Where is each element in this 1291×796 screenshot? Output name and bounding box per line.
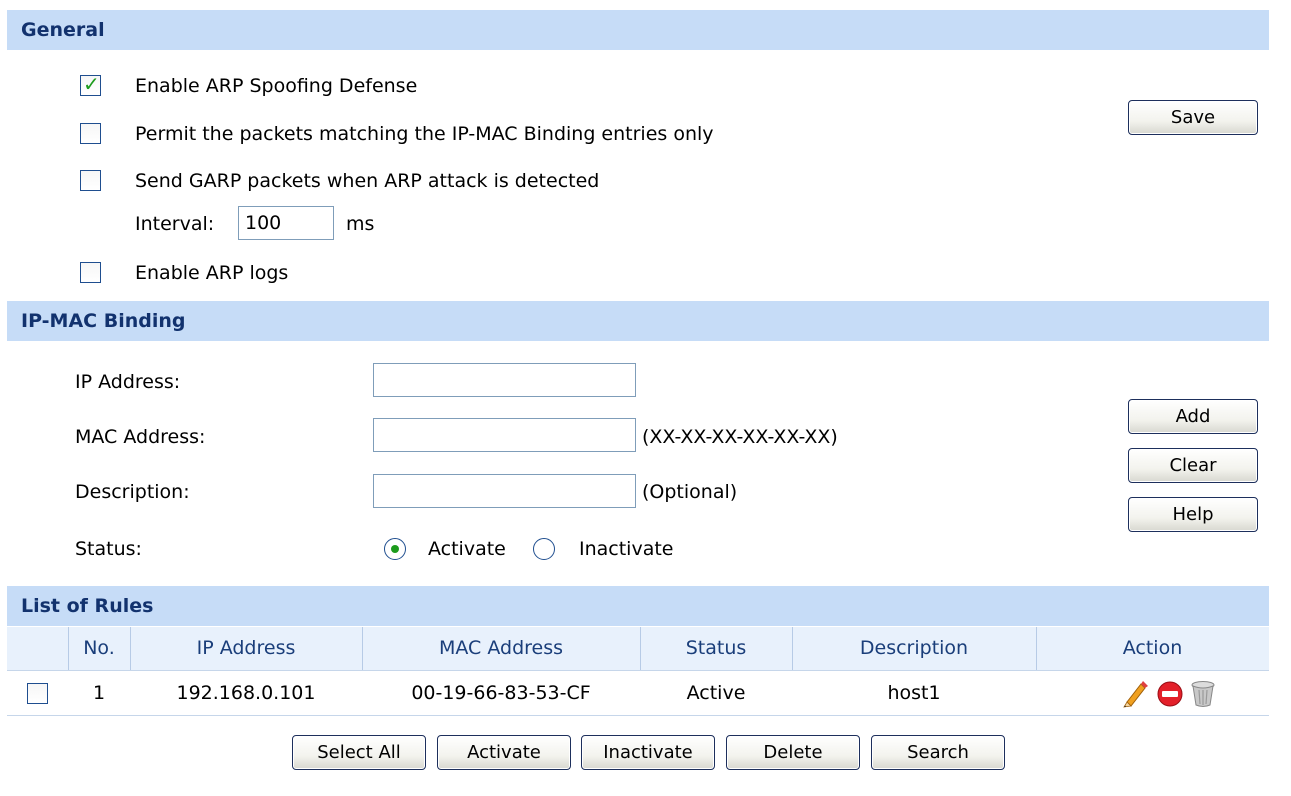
- column-header-ip-address: IP Address: [196, 637, 296, 659]
- general-section-header: General: [7, 10, 1269, 50]
- description-label: Description:: [75, 481, 190, 503]
- interval-unit: ms: [346, 213, 375, 235]
- interval-label: Interval:: [135, 213, 215, 235]
- help-button[interactable]: Help: [1128, 497, 1258, 532]
- inactivate-icon[interactable]: [1156, 678, 1184, 708]
- checkmark-icon: ✓: [83, 72, 100, 96]
- ip-mac-binding-section-header: IP-MAC Binding: [7, 301, 1269, 341]
- permit-packets-label: Permit the packets matching the IP-MAC B…: [135, 123, 714, 145]
- add-button[interactable]: Add: [1128, 399, 1258, 434]
- enable-arp-logs-label: Enable ARP logs: [135, 262, 289, 284]
- enable-arp-spoofing-checkbox[interactable]: ✓: [80, 72, 101, 96]
- select-all-button[interactable]: Select All: [292, 735, 426, 770]
- description-input[interactable]: [373, 474, 636, 508]
- status-activate-radio[interactable]: [384, 538, 406, 560]
- status-inactivate-radio[interactable]: [533, 538, 555, 560]
- description-hint: (Optional): [642, 481, 738, 503]
- column-header-action: Action: [1122, 637, 1183, 659]
- enable-arp-spoofing-label: Enable ARP Spoofing Defense: [135, 75, 418, 97]
- mac-format-hint: (XX-XX-XX-XX-XX-XX): [642, 426, 838, 448]
- permit-packets-checkbox[interactable]: [80, 123, 101, 144]
- column-header-status: Status: [685, 637, 747, 659]
- send-garp-label: Send GARP packets when ARP attack is det…: [135, 170, 600, 192]
- row-no: 1: [92, 682, 106, 704]
- row-mac-address: 00-19-66-83-53-CF: [411, 682, 591, 704]
- clear-button[interactable]: Clear: [1128, 448, 1258, 483]
- row-select-checkbox[interactable]: [27, 683, 48, 704]
- row-description: host1: [887, 682, 941, 704]
- column-header-mac-address: MAC Address: [438, 637, 564, 659]
- ip-address-input[interactable]: [373, 363, 636, 397]
- ip-address-label: IP Address:: [75, 371, 181, 393]
- send-garp-checkbox[interactable]: [80, 170, 101, 191]
- delete-button[interactable]: Delete: [726, 735, 860, 770]
- column-header-description: Description: [859, 637, 969, 659]
- status-label: Status:: [75, 538, 142, 560]
- mac-address-input[interactable]: [373, 418, 636, 452]
- row-ip-address: 192.168.0.101: [176, 682, 316, 704]
- column-header-no: No.: [83, 637, 115, 659]
- radio-selected-dot: [391, 545, 399, 553]
- delete-icon[interactable]: [1189, 678, 1217, 708]
- status-activate-label: Activate: [428, 538, 506, 560]
- row-status: Active: [686, 682, 746, 704]
- inactivate-button[interactable]: Inactivate: [581, 735, 715, 770]
- status-inactivate-label: Inactivate: [579, 538, 674, 560]
- enable-arp-logs-checkbox[interactable]: [80, 262, 101, 283]
- mac-address-label: MAC Address:: [75, 426, 206, 448]
- activate-button[interactable]: Activate: [437, 735, 571, 770]
- list-of-rules-section-header: List of Rules: [7, 586, 1269, 626]
- search-button[interactable]: Search: [871, 735, 1005, 770]
- edit-icon[interactable]: [1121, 678, 1149, 708]
- interval-input[interactable]: [238, 206, 334, 240]
- save-button[interactable]: Save: [1128, 100, 1258, 135]
